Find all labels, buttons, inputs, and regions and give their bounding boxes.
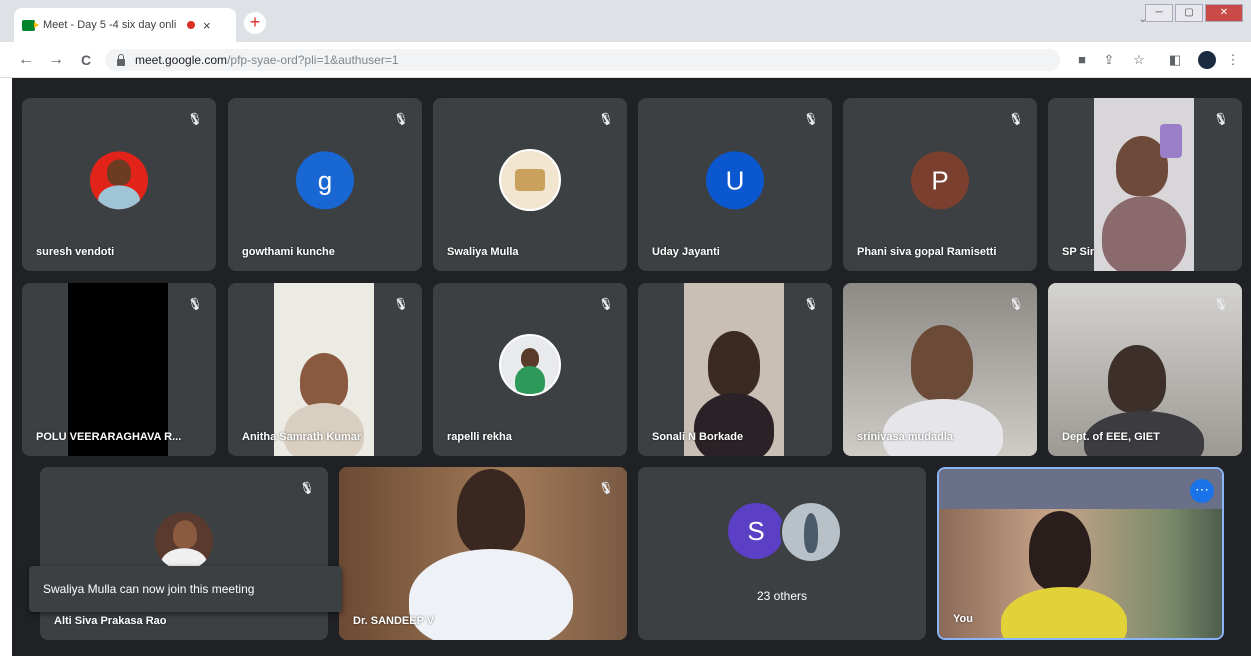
participant-name: SP Sir — [1062, 246, 1095, 258]
reload-button[interactable]: C — [74, 48, 98, 72]
share-icon[interactable]: ⇪ — [1100, 50, 1118, 70]
back-button[interactable]: ← — [14, 48, 38, 72]
others-count: 23 others — [756, 589, 808, 603]
join-notification-toast: Swaliya Mulla can now join this meeting — [29, 566, 342, 612]
participant-video — [1094, 98, 1194, 271]
mic-muted-icon: 🎙 — [1005, 293, 1027, 315]
mic-muted-icon: 🎙 — [390, 293, 412, 315]
mic-muted-icon: 🎙 — [184, 108, 206, 130]
participant-tile[interactable]: suresh vendoti 🎙 — [22, 98, 216, 271]
new-tab-button[interactable]: + — [244, 12, 266, 34]
browser-toolbar: ← → C meet.google.com /pfp-syae-ord?pli=… — [0, 42, 1251, 78]
participant-name: POLU VEERARAGHAVA R... — [36, 431, 182, 443]
participant-tile[interactable]: SP Sir 🎙 — [1048, 98, 1242, 271]
participant-name: Dept. of EEE, GIET — [1062, 431, 1160, 443]
bookmark-star-icon[interactable]: ☆ — [1130, 50, 1148, 70]
participant-name: suresh vendoti — [36, 246, 115, 258]
url-path: /pfp-syae-ord?pli=1&authuser=1 — [227, 53, 399, 67]
participant-tile[interactable]: U Uday Jayanti 🎙 — [638, 98, 832, 271]
mic-muted-icon: 🎙 — [1210, 108, 1232, 130]
participant-tile[interactable]: P Phani siva gopal Ramisetti 🎙 — [843, 98, 1037, 271]
mic-muted-icon: 🎙 — [800, 108, 822, 130]
participant-name: Anitha Samrath Kumar — [242, 431, 362, 443]
participant-tile[interactable]: Dept. of EEE, GIET 🎙 — [1048, 283, 1242, 456]
menu-kebab-icon[interactable]: ⋮ — [1226, 50, 1240, 70]
mic-muted-icon: 🎙 — [595, 293, 617, 315]
participant-video — [939, 469, 1222, 638]
participant-name: You — [953, 613, 973, 625]
participant-tile[interactable]: Anitha Samrath Kumar 🎙 — [228, 283, 422, 456]
forward-button[interactable]: → — [44, 48, 68, 72]
participant-tile[interactable]: Swaliya Mulla 🎙 — [433, 98, 627, 271]
mic-muted-icon: 🎙 — [1210, 293, 1232, 315]
mic-muted-icon: 🎙 — [595, 108, 617, 130]
participant-tile[interactable]: POLU VEERARAGHAVA R... 🎙 — [22, 283, 216, 456]
participant-name: gowthami kunche — [242, 246, 335, 258]
avatar: P — [911, 150, 969, 209]
others-avatar-letter: S — [728, 503, 784, 559]
window-controls: ─ ▢ ✕ — [1145, 4, 1243, 22]
address-bar[interactable]: meet.google.com /pfp-syae-ord?pli=1&auth… — [105, 49, 1060, 71]
mic-muted-icon: 🎙 — [800, 293, 822, 315]
camera-in-use-icon[interactable]: ■ — [1073, 50, 1091, 70]
participant-name: Uday Jayanti — [652, 246, 720, 258]
close-window-button[interactable]: ✕ — [1205, 4, 1243, 22]
others-avatar-photo — [780, 501, 842, 563]
recording-dot-icon — [187, 21, 195, 29]
participant-tile[interactable]: Alti Siva Prakasa Rao 🎙 — [40, 467, 328, 640]
avatar — [499, 148, 561, 211]
participant-name: Phani siva gopal Ramisetti — [857, 246, 997, 258]
google-meet-favicon-icon — [22, 19, 39, 31]
more-options-button[interactable]: ⋯ — [1190, 479, 1214, 503]
participant-name: Sonali N Borkade — [652, 431, 744, 443]
participant-tile[interactable]: Sonali N Borkade 🎙 — [638, 283, 832, 456]
mic-muted-icon: 🎙 — [1005, 108, 1027, 130]
avatar — [90, 150, 148, 209]
browser-tab-strip: Meet - Day 5 -4 six day onli × + ⌄ ─ ▢ ✕ — [0, 0, 1251, 42]
participant-name: Alti Siva Prakasa Rao — [54, 615, 167, 627]
avatar — [499, 333, 561, 396]
lock-icon — [117, 53, 125, 66]
side-panel-icon[interactable]: ◧ — [1166, 50, 1184, 70]
participant-tile[interactable]: rapelli rekha 🎙 — [433, 283, 627, 456]
mic-muted-icon: 🎙 — [296, 477, 318, 499]
avatar — [155, 511, 213, 570]
profile-avatar[interactable] — [1198, 51, 1216, 69]
maximize-button[interactable]: ▢ — [1175, 4, 1203, 22]
minimize-button[interactable]: ─ — [1145, 4, 1173, 22]
mic-muted-icon: 🎙 — [595, 477, 617, 499]
participant-tile[interactable]: srinivasa mudadla 🎙 — [843, 283, 1037, 456]
avatar: g — [296, 150, 354, 209]
mic-muted-icon: 🎙 — [390, 108, 412, 130]
participant-name: srinivasa mudadla — [857, 431, 953, 443]
avatar: U — [706, 150, 764, 209]
participant-name: rapelli rekha — [447, 431, 512, 443]
others-tile[interactable]: S 23 others — [638, 467, 926, 640]
participant-name: Swaliya Mulla — [447, 246, 519, 258]
participant-tile[interactable]: Dr. SANDEEP V 🎙 — [339, 467, 627, 640]
tab-title: Meet - Day 5 -4 six day onli — [43, 19, 177, 31]
mic-muted-icon: 🎙 — [184, 293, 206, 315]
self-view-tile[interactable]: ⋯ You — [937, 467, 1224, 640]
url-domain: meet.google.com — [135, 53, 228, 67]
browser-tab-meet[interactable]: Meet - Day 5 -4 six day onli × — [14, 8, 236, 42]
participant-name: Dr. SANDEEP V — [353, 615, 435, 627]
meet-video-grid: suresh vendoti 🎙 g gowthami kunche 🎙 Swa… — [0, 78, 1251, 656]
participant-tile[interactable]: g gowthami kunche 🎙 — [228, 98, 422, 271]
tab-close-button[interactable]: × — [203, 18, 211, 33]
